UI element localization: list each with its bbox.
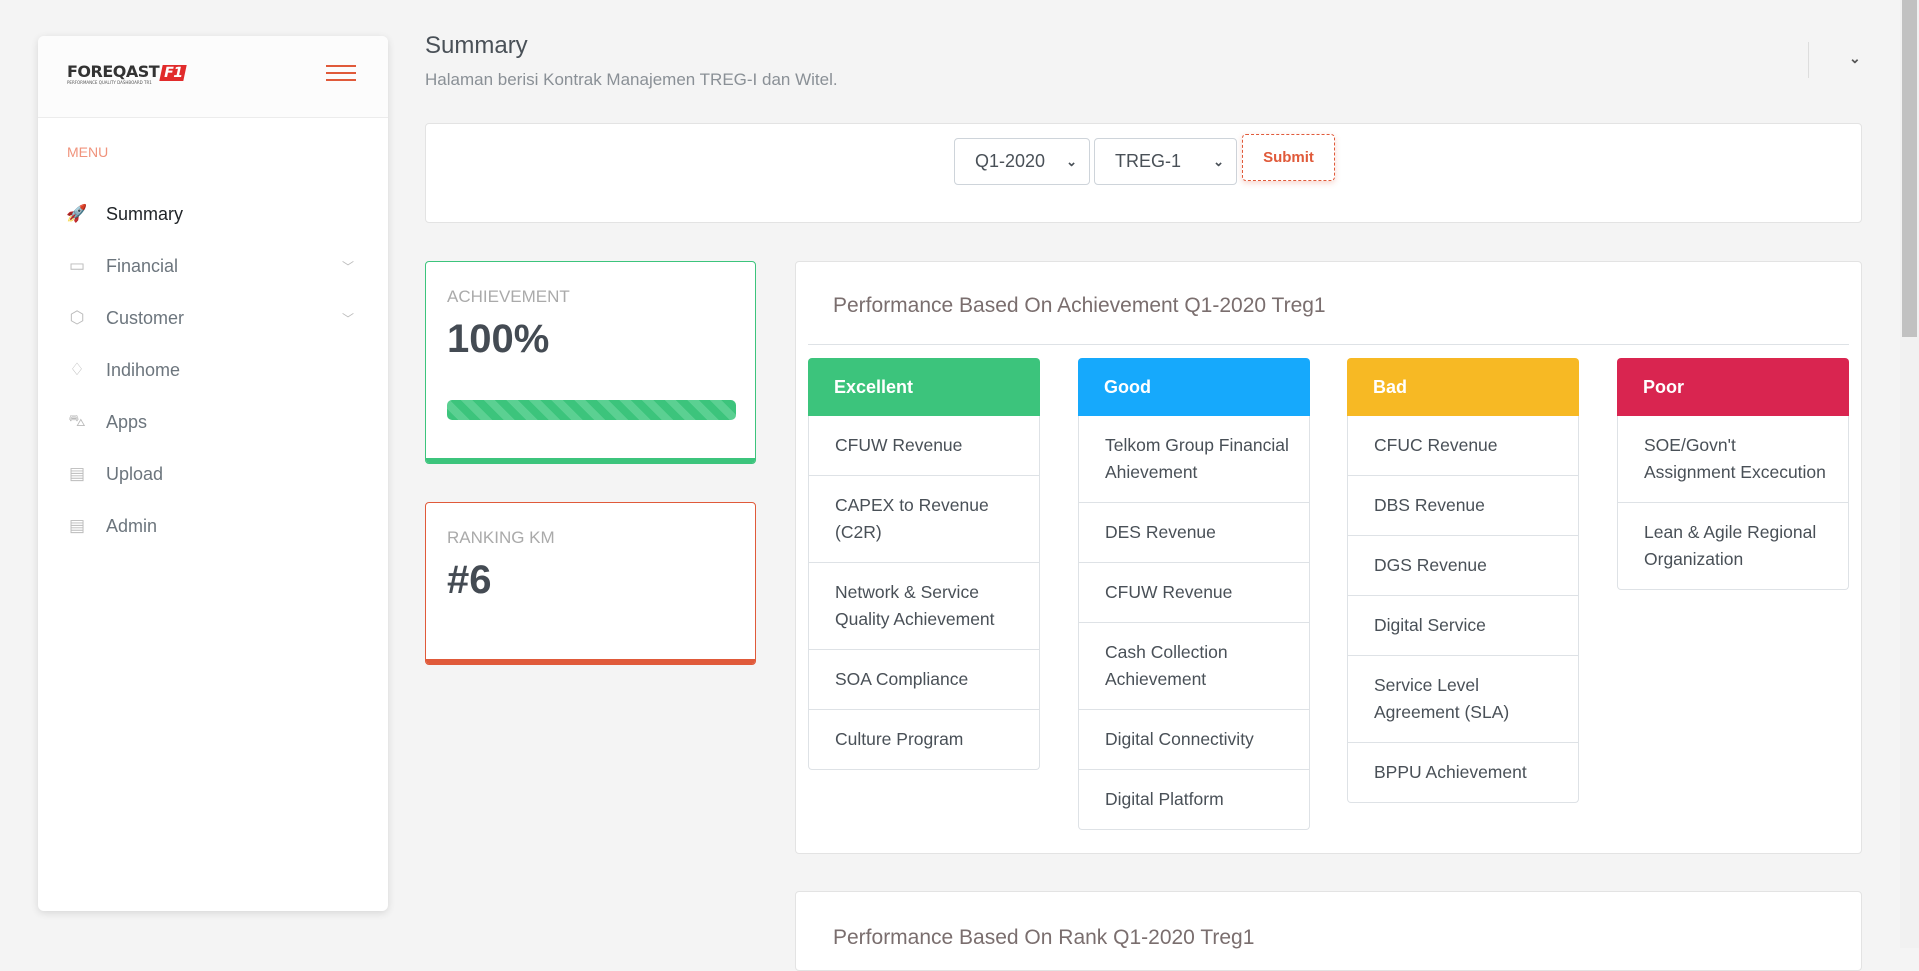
list-item: CFUW Revenue [808, 416, 1040, 476]
ranking-card: RANKING KM #6 [425, 502, 756, 665]
monitor-icon: ▤ [68, 464, 86, 483]
hamburger-menu-icon[interactable] [326, 65, 356, 83]
list-item: DGS Revenue [1347, 536, 1579, 596]
list-item: Cash Collection Achievement [1078, 623, 1310, 710]
box-icon: ⬡ [69, 308, 85, 327]
achievement-label: ACHIEVEMENT [447, 287, 570, 306]
page-subtitle: Halaman berisi Kontrak Manajemen TREG-I … [425, 70, 838, 89]
period-select[interactable]: Q1-2020 ⌄ [954, 138, 1090, 185]
sidebar-item-customer[interactable]: ⬡ Customer ﹀ [38, 292, 388, 344]
list-item: Telkom Group Financial Ahievement [1078, 416, 1310, 503]
sidebar-nav: 🚀 Summary ▭ Financial ﹀ ⬡ Customer ﹀ ♢ Indihome ⛍ A… [38, 188, 388, 552]
chevron-down-icon: ﹀ [341, 311, 354, 326]
sidebar-item-label: Customer [106, 307, 185, 328]
sidebar-item-label: Financial [106, 255, 179, 276]
chevron-down-icon: ⌄ [1066, 153, 1077, 169]
sidebar-item-label: Indihome [106, 359, 181, 380]
category-header: Poor [1617, 358, 1849, 416]
list-item: Digital Platform [1078, 770, 1310, 830]
sidebar-item-label: Upload [106, 463, 164, 484]
achievement-card: ACHIEVEMENT 100% [425, 261, 756, 464]
list-item: CFUW Revenue [1078, 563, 1310, 623]
list-item: SOA Compliance [808, 650, 1040, 710]
card-accent [426, 659, 755, 664]
window-icon: ▭ [68, 256, 86, 275]
list-item: CAPEX to Revenue (C2R) [808, 476, 1040, 563]
divider [808, 344, 1849, 345]
card-accent [426, 458, 755, 463]
page-title: Summary [425, 32, 528, 59]
ranking-label: RANKING KM [447, 528, 555, 547]
list-item: DES Revenue [1078, 503, 1310, 563]
list-item: CFUC Revenue [1347, 416, 1579, 476]
rocket-icon: 🚀 [66, 204, 88, 223]
list-item: Lean & Agile Regional Organization [1617, 503, 1849, 590]
category-header: Good [1078, 358, 1310, 416]
category-header: Excellent [808, 358, 1040, 416]
list-item: Service Level Agreement (SLA) [1347, 656, 1579, 743]
performance-card: Performance Based On Achievement Q1-2020… [795, 261, 1862, 854]
list-item: Network & Service Quality Achievement [808, 563, 1040, 650]
filter-card: Q1-2020 ⌄ TREG-1 ⌄ Submit [425, 123, 1862, 223]
monitor-icon: ▤ [68, 516, 86, 535]
achievement-value: 100% [447, 317, 550, 361]
sidebar-item-label: Apps [106, 411, 148, 432]
achievement-progress-bar [447, 400, 736, 420]
category-column-poor: Poor SOE/Govn't Assignment Excecution Lean… [1617, 358, 1849, 590]
category-column-bad: Bad CFUC Revenue DBS Revenue DGS Revenue Dig… [1347, 358, 1579, 803]
sidebar-item-financial[interactable]: ▭ Financial ﹀ [38, 240, 388, 292]
category-column-good: Good Telkom Group Financial Ahievement DES… [1078, 358, 1310, 830]
performance-title: Performance Based On Achievement Q1-2020… [833, 294, 1326, 317]
chevron-down-icon: ⌄ [1213, 153, 1224, 169]
sidebar-item-upload[interactable]: ▤ Upload [38, 448, 388, 500]
chevron-down-icon: ﹀ [341, 259, 354, 274]
list-item: DBS Revenue [1347, 476, 1579, 536]
category-header: Bad [1347, 358, 1579, 416]
header-divider [1808, 42, 1809, 78]
period-value: Q1-2020 [975, 151, 1046, 171]
submit-button[interactable]: Submit [1242, 134, 1335, 181]
scrollbar[interactable] [1900, 0, 1919, 948]
region-select[interactable]: TREG-1 ⌄ [1094, 138, 1237, 185]
sidebar-item-indihome[interactable]: ♢ Indihome [38, 344, 388, 396]
list-item: BPPU Achievement [1347, 743, 1579, 803]
list-item: Digital Connectivity [1078, 710, 1310, 770]
sidebar-header: FOREQAST F1 PERFORMANCE QUALITY DASHBOARD … [38, 36, 388, 118]
sidebar-item-summary[interactable]: 🚀 Summary [38, 188, 388, 240]
list-item: Digital Service [1347, 596, 1579, 656]
sidebar-item-admin[interactable]: ▤ Admin [38, 500, 388, 552]
diamond-icon: ♢ [69, 360, 85, 379]
progress-fill [447, 400, 736, 420]
region-value: TREG-1 [1115, 151, 1182, 171]
sidebar-item-label: Summary [106, 203, 184, 224]
sidebar-item-label: Admin [106, 515, 158, 536]
car-icon: ⛍ [68, 411, 86, 430]
sidebar-item-apps[interactable]: ⛍ Apps [38, 396, 388, 448]
logo-mark: F1 [159, 65, 188, 81]
rank-card: Performance Based On Rank Q1-2020 Treg1 [795, 891, 1862, 971]
list-item: Culture Program [808, 710, 1040, 770]
sidebar: FOREQAST F1 PERFORMANCE QUALITY DASHBOARD … [38, 36, 388, 911]
rank-title: Performance Based On Rank Q1-2020 Treg1 [833, 926, 1255, 949]
logo: FOREQAST F1 PERFORMANCE QUALITY DASHBOARD … [67, 62, 188, 85]
category-column-excellent: Excellent CFUW Revenue CAPEX to Revenue (C… [808, 358, 1040, 770]
list-item: SOE/Govn't Assignment Excecution [1617, 416, 1849, 503]
menu-label: MENU [67, 144, 109, 160]
scrollbar-thumb[interactable] [1902, 0, 1917, 337]
logo-text: FOREQAST [67, 62, 160, 81]
user-menu-chevron-down-icon[interactable]: ⌄ [1849, 50, 1861, 67]
ranking-value: #6 [447, 558, 492, 602]
